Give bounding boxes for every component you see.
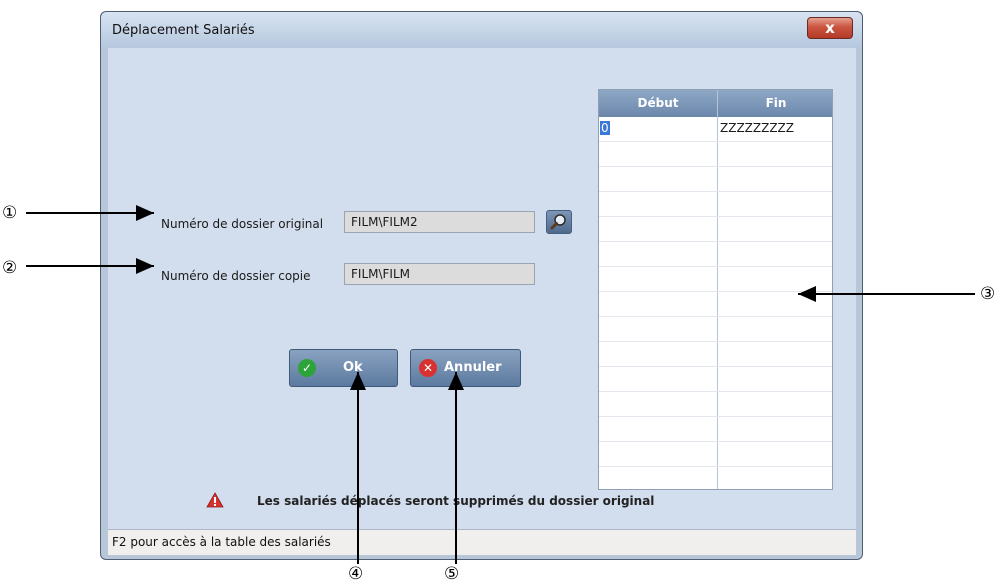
- table-header: Début Fin: [599, 90, 832, 117]
- table-row[interactable]: [599, 167, 832, 192]
- cancel-button-label: Annuler: [444, 360, 502, 375]
- close-button[interactable]: x: [807, 17, 853, 39]
- cancel-button[interactable]: ✕ Annuler: [410, 349, 521, 387]
- cancel-x-icon: ✕: [419, 359, 437, 377]
- table-row[interactable]: 0 ZZZZZZZZZ: [599, 117, 832, 142]
- ok-button-label: Ok: [343, 360, 363, 375]
- table-row[interactable]: [599, 392, 832, 417]
- table-row[interactable]: [599, 192, 832, 217]
- cell-debut[interactable]: 0: [600, 121, 610, 135]
- callout-3: ③: [980, 284, 996, 304]
- status-text: F2 pour accès à la table des salariés: [112, 535, 331, 549]
- column-header-debut[interactable]: Début: [599, 96, 717, 110]
- original-folder-input[interactable]: FILM\FILM2: [344, 211, 535, 233]
- copy-folder-label: Numéro de dossier copie: [161, 269, 311, 283]
- callout-4: ④: [348, 564, 364, 584]
- table-row[interactable]: [599, 242, 832, 267]
- search-button[interactable]: [546, 210, 572, 234]
- warning-icon: [206, 492, 224, 508]
- callout-2: ②: [2, 258, 18, 278]
- cell-fin[interactable]: ZZZZZZZZZ: [720, 121, 794, 135]
- callout-5: ⑤: [444, 564, 460, 584]
- warning-message: Les salariés déplacés seront supprimés d…: [257, 494, 655, 508]
- range-table: Début Fin 0 ZZZZZZZZZ: [598, 89, 833, 490]
- magnifier-icon: [550, 214, 566, 230]
- table-row[interactable]: [599, 142, 832, 167]
- status-bar: F2 pour accès à la table des salariés: [108, 529, 856, 555]
- original-folder-label: Numéro de dossier original: [161, 217, 324, 231]
- dialog-body: Numéro de dossier original FILM\FILM2 Nu…: [108, 48, 856, 555]
- ok-button[interactable]: ✓ Ok: [289, 349, 398, 387]
- dialog-window: Déplacement Salariés x Numéro de dossier…: [100, 11, 863, 560]
- close-icon: x: [825, 19, 835, 37]
- title-bar: Déplacement Salariés x: [101, 12, 862, 48]
- window-title: Déplacement Salariés: [112, 23, 255, 38]
- callout-1: ①: [2, 203, 18, 223]
- table-row[interactable]: [599, 467, 832, 489]
- table-row[interactable]: [599, 292, 832, 317]
- table-row[interactable]: [599, 217, 832, 242]
- table-row[interactable]: [599, 417, 832, 442]
- table-row[interactable]: [599, 367, 832, 392]
- table-row[interactable]: [599, 442, 832, 467]
- table-row[interactable]: [599, 342, 832, 367]
- table-row[interactable]: [599, 267, 832, 292]
- column-header-fin[interactable]: Fin: [718, 96, 832, 110]
- copy-folder-input[interactable]: FILM\FILM: [344, 263, 535, 285]
- checkmark-icon: ✓: [298, 359, 316, 377]
- table-row[interactable]: [599, 317, 832, 342]
